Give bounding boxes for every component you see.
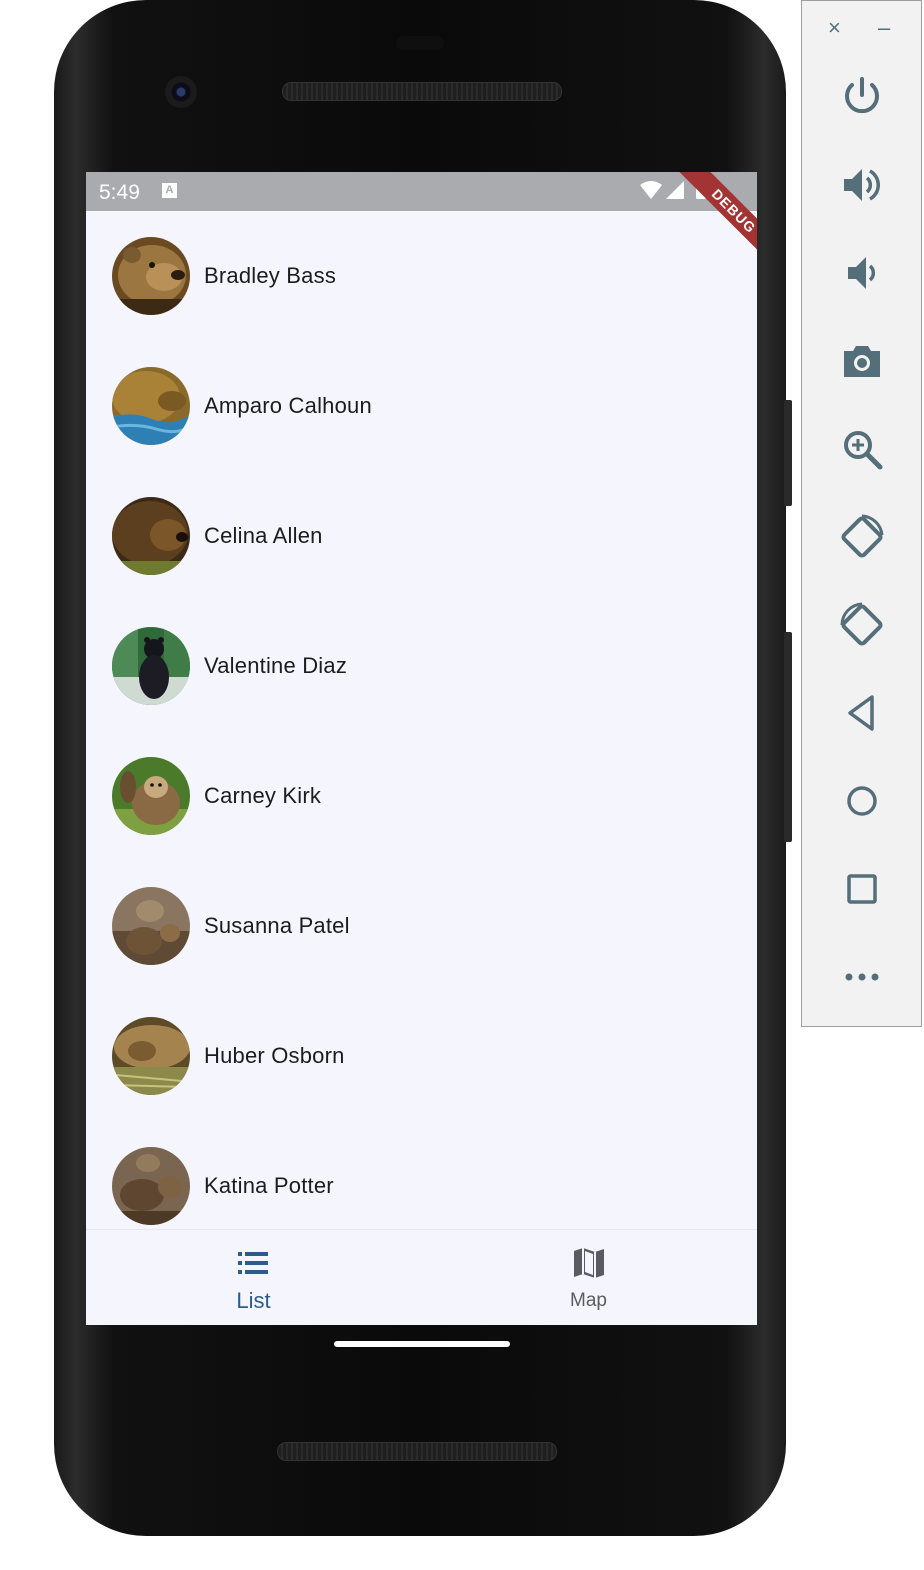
bear-name: Carney Kirk — [204, 783, 322, 808]
bear-name: Valentine Diaz — [204, 653, 348, 678]
avatar — [112, 887, 190, 965]
nav-list-tab[interactable]: List — [86, 1230, 421, 1325]
bear-name: Katina Potter — [204, 1173, 334, 1198]
bear-waving-photo — [112, 757, 190, 835]
brown-bear-photo — [112, 497, 190, 575]
avatar — [112, 367, 190, 445]
bear-cubs-photo — [112, 887, 190, 965]
avatar — [112, 1147, 190, 1225]
overview-icon[interactable] — [838, 865, 886, 913]
nav-map-label: Map — [570, 1290, 607, 1311]
bear-cubs-photo — [112, 1147, 190, 1225]
brown-bear-photo — [112, 237, 190, 315]
map-icon — [574, 1248, 604, 1278]
avatar — [112, 497, 190, 575]
status-time: 5:49 — [99, 181, 140, 204]
proximity-sensor — [396, 36, 444, 50]
bear-name: Amparo Calhoun — [204, 393, 372, 418]
list-item[interactable]: Celina Allen — [86, 471, 757, 601]
cell-signal-icon — [666, 181, 684, 199]
black-bear-photo — [112, 627, 190, 705]
list-item[interactable]: Valentine Diaz — [86, 601, 757, 731]
list-item[interactable]: Huber Osborn — [86, 991, 757, 1121]
bear-name: Bradley Bass — [204, 263, 337, 288]
emulator-close-button[interactable]: × — [828, 17, 841, 39]
emulator-minimize-button[interactable]: – — [878, 17, 890, 39]
list-icon — [238, 1252, 268, 1274]
volume-up-icon[interactable] — [838, 161, 886, 209]
front-camera — [165, 76, 197, 108]
power-icon[interactable] — [838, 73, 886, 121]
bear-in-water-photo — [112, 367, 190, 445]
list-item[interactable]: Amparo Calhoun — [86, 341, 757, 471]
list-item[interactable]: Susanna Patel — [86, 861, 757, 991]
phone-power-button — [784, 400, 792, 506]
nav-list-label: List — [236, 1288, 271, 1313]
list-item[interactable]: Bradley Bass — [86, 211, 757, 341]
phone-volume-rocker — [784, 632, 792, 842]
bear-resting-photo — [112, 1017, 190, 1095]
more-icon[interactable] — [838, 953, 886, 1001]
volume-down-icon[interactable] — [838, 249, 886, 297]
status-bar: 5:49 A DEBUG — [86, 172, 757, 276]
wifi-icon — [640, 181, 662, 199]
emulator-toolbar: × – — [801, 0, 922, 1027]
back-icon[interactable] — [838, 689, 886, 737]
rotate-left-icon[interactable] — [838, 513, 886, 561]
rotate-right-icon[interactable] — [838, 601, 886, 649]
bear-name: Susanna Patel — [204, 913, 350, 938]
home-icon[interactable] — [838, 777, 886, 825]
list-item[interactable]: Carney Kirk — [86, 731, 757, 861]
zoom-icon[interactable] — [838, 425, 886, 473]
bear-name: Huber Osborn — [204, 1043, 345, 1068]
bottom-navigation: List Map — [86, 1229, 757, 1325]
avatar — [112, 757, 190, 835]
earpiece-speaker — [282, 82, 562, 101]
notification-icon: A — [162, 183, 177, 198]
bottom-speaker — [277, 1442, 557, 1461]
avatar — [112, 627, 190, 705]
camera-icon[interactable] — [838, 337, 886, 385]
gesture-home-bar[interactable] — [334, 1341, 510, 1347]
bear-name: Celina Allen — [204, 523, 323, 548]
nav-map-tab[interactable]: Map — [421, 1230, 756, 1325]
app-screen: 5:49 A DEBUG Bradley Bass Amparo Calhoun… — [86, 172, 757, 1325]
avatar — [112, 1017, 190, 1095]
avatar — [112, 237, 190, 315]
